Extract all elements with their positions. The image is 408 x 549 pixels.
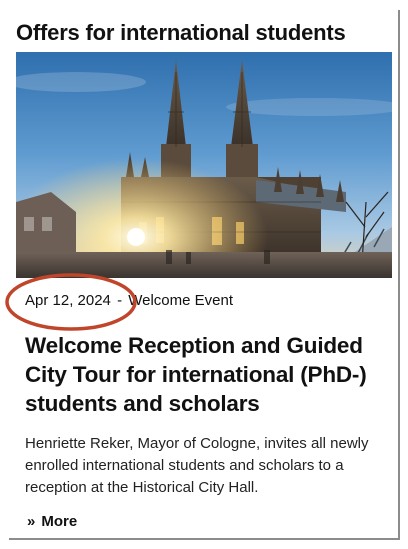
more-label: More (41, 513, 78, 530)
hero-image[interactable] (16, 52, 392, 278)
article-headline[interactable]: Welcome Reception and Guided City Tour f… (25, 331, 380, 418)
article-teaser: Henriette Reker, Mayor of Cologne, invit… (25, 435, 369, 496)
double-chevron-right-icon: » (27, 513, 36, 530)
article-meta: Apr 12, 2024 - Welcome Event (25, 292, 233, 309)
section-title: Offers for international students (16, 20, 346, 45)
meta-separator: - (117, 292, 123, 309)
article-category: Welcome Event (128, 292, 234, 309)
cathedral-photo (16, 52, 392, 278)
more-link[interactable]: » More (27, 513, 77, 530)
article-date: Apr 12, 2024 (25, 292, 111, 309)
